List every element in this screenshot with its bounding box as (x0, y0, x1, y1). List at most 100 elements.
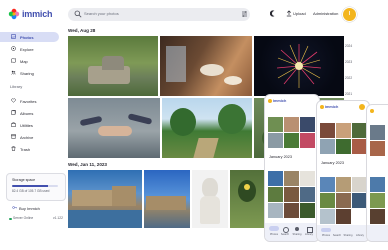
photo-thumbnail-plant[interactable] (230, 170, 264, 228)
mobile-thumbnail[interactable] (370, 177, 385, 192)
mobile-thumbnail[interactable] (336, 123, 351, 138)
server-status-dot (9, 217, 12, 220)
sidebar-item-label: Archive (20, 134, 34, 140)
app-logo-text: immich (22, 9, 53, 19)
sidebar-item-photos[interactable]: Photos (0, 32, 59, 42)
mobile-thumbnail[interactable] (300, 133, 315, 148)
album-icon (11, 110, 16, 115)
mobile-logo-text: immich (325, 105, 339, 109)
mobile-thumbnail[interactable] (352, 123, 367, 138)
storage-title: Storage space (12, 178, 36, 182)
mobile-thumbnail[interactable] (320, 139, 335, 154)
mobile-thumbnail[interactable] (300, 171, 315, 186)
sidebar-item-archive[interactable]: Archive (0, 132, 60, 142)
mobile-thumbnail[interactable] (336, 193, 351, 208)
mobile-thumbnail[interactable] (370, 141, 385, 156)
mobile-thumbnail[interactable] (320, 209, 335, 224)
mobile-thumbnail[interactable] (336, 139, 351, 154)
sharing-nav-icon[interactable] (295, 227, 299, 231)
search-options-icon[interactable] (241, 10, 248, 18)
mobile-thumbnail[interactable] (320, 123, 335, 138)
immich-logo-icon (370, 109, 374, 113)
mobile-avatar[interactable] (359, 104, 365, 110)
photo-thumbnail-garden[interactable] (68, 36, 158, 96)
sidebar-item-label: Albums (20, 110, 34, 116)
archive-icon (11, 134, 16, 139)
sidebar-item-label: Sharing (20, 70, 34, 76)
mobile-thumbnail[interactable] (300, 187, 315, 202)
photos-nav-icon[interactable] (269, 226, 279, 231)
mobile-thumbnail[interactable] (300, 117, 315, 132)
photos-nav-icon[interactable] (321, 228, 331, 232)
photo-thumbnail-park[interactable] (162, 98, 252, 158)
library-section-header: Library (10, 84, 23, 89)
mobile-thumbnail[interactable] (370, 125, 385, 140)
timeline-scrubber-year[interactable]: 2023 (345, 60, 352, 64)
mobile-thumbnail[interactable] (352, 177, 367, 192)
storage-progress-fill (12, 185, 48, 187)
user-avatar[interactable]: I (342, 7, 357, 22)
immich-logo-icon[interactable] (8, 8, 20, 20)
mobile-thumbnail[interactable] (268, 203, 283, 218)
photo-thumbnail-city-wall[interactable] (144, 170, 190, 228)
sidebar-item-label: Explore (20, 46, 34, 52)
storage-usage-text: 82.4 GB of 105.7 GB used (12, 189, 50, 193)
mobile-thumbnail[interactable] (268, 187, 283, 202)
photo-thumbnail-harbor[interactable] (68, 170, 142, 228)
photo-thumbnail-statue[interactable] (192, 170, 228, 228)
mobile-phone-photos: immich January 2023 Photos Search Sharin… (264, 94, 320, 242)
mobile-phone-photos-2: immich January 2023 Photos Search Sharin… (316, 100, 370, 242)
sidebar-item-map[interactable]: Map (0, 56, 60, 66)
mobile-thumbnail[interactable] (320, 177, 335, 192)
explore-icon (11, 46, 16, 51)
mobile-nav-library[interactable]: Library (353, 234, 367, 237)
sidebar-item-favorites[interactable]: Favorites (0, 96, 60, 106)
sidebar-item-label: Photos (20, 34, 34, 40)
mobile-thumbnail[interactable] (370, 193, 385, 208)
upload-icon[interactable] (286, 10, 292, 17)
sidebar-item-explore[interactable]: Explore (0, 44, 60, 54)
upload-button[interactable]: Upload (293, 11, 306, 16)
mobile-phone-partial (366, 104, 388, 242)
trash-icon (11, 146, 16, 151)
mobile-thumbnail[interactable] (284, 133, 299, 148)
mobile-thumbnail[interactable] (370, 209, 385, 224)
buy-immich-button[interactable]: Buy Immich (19, 206, 40, 211)
mobile-thumbnail[interactable] (320, 193, 335, 208)
sidebar-item-label: Utilities (20, 122, 33, 128)
mobile-thumbnail[interactable] (268, 117, 283, 132)
mobile-month-label: January 2023 (321, 161, 345, 165)
timeline-scrubber-year[interactable]: 2024 (345, 44, 352, 48)
mobile-thumbnail[interactable] (300, 203, 315, 218)
mobile-thumbnail[interactable] (336, 209, 351, 224)
mobile-thumbnail[interactable] (284, 171, 299, 186)
mobile-thumbnail[interactable] (352, 193, 367, 208)
timeline-scrubber-year[interactable]: 2021 (345, 92, 352, 96)
immich-logo-icon (320, 105, 324, 109)
photo-thumbnail-dinner[interactable] (160, 36, 252, 96)
immich-logo-icon (268, 99, 272, 103)
sidebar-item-trash[interactable]: Trash (0, 144, 60, 154)
photo-thumbnail-hands[interactable] (68, 98, 160, 158)
storage-progress-bar (12, 185, 58, 187)
photo-thumbnail-fireworks[interactable] (254, 36, 344, 96)
search-input-placeholder[interactable]: Search your photos (84, 11, 119, 16)
sidebar-item-sharing[interactable]: Sharing (0, 68, 60, 78)
administration-link[interactable]: Administration (313, 11, 338, 16)
sidebar-item-albums[interactable]: Albums (0, 108, 60, 118)
toolbox-icon (11, 122, 16, 127)
server-version[interactable]: v1.122 (53, 216, 63, 220)
heart-icon (11, 98, 16, 103)
mobile-thumbnail[interactable] (284, 117, 299, 132)
dark-mode-toggle-icon[interactable] (270, 10, 276, 17)
mobile-nav-library[interactable]: Library (302, 233, 316, 236)
sidebar-item-utilities[interactable]: Utilities (0, 120, 60, 130)
mobile-thumbnail[interactable] (352, 139, 367, 154)
timeline-scrubber-year[interactable]: 2022 (345, 76, 352, 80)
mobile-thumbnail[interactable] (284, 203, 299, 218)
date-group-label: Wed, Aug 28 (68, 28, 96, 33)
mobile-thumbnail[interactable] (284, 187, 299, 202)
mobile-thumbnail[interactable] (268, 133, 283, 148)
mobile-thumbnail[interactable] (268, 171, 283, 186)
mobile-thumbnail[interactable] (336, 177, 351, 192)
